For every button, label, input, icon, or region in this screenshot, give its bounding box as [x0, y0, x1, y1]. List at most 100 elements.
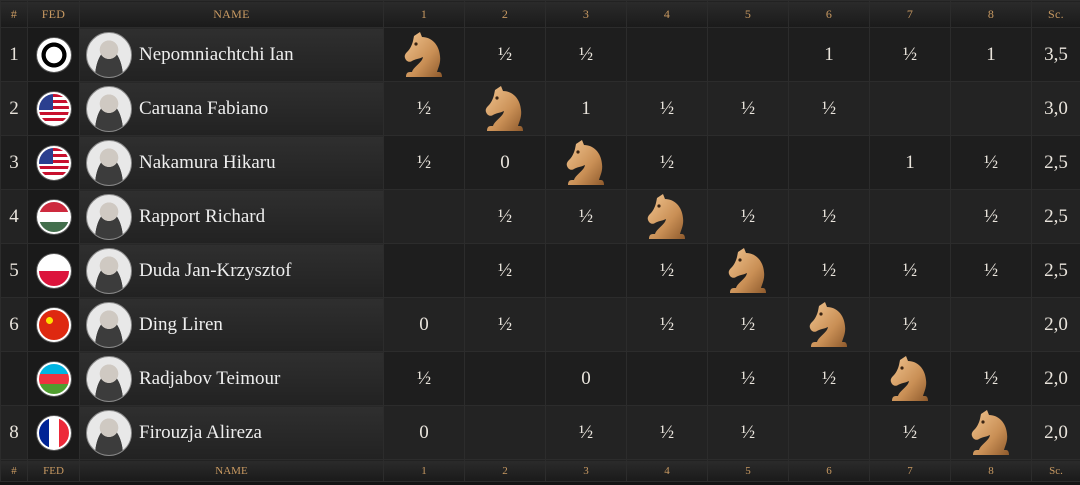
- player-name[interactable]: Nakamura Hikaru: [139, 152, 276, 174]
- result-cell: ½: [788, 189, 870, 244]
- player-name-cell[interactable]: Caruana Fabiano: [79, 81, 384, 136]
- player-name[interactable]: Radjabov Teimour: [139, 368, 280, 390]
- col-header-fed[interactable]: FED: [27, 0, 80, 28]
- col-header-rank[interactable]: #: [0, 0, 28, 28]
- rank-cell: 2: [0, 81, 28, 136]
- footer-name: NAME: [79, 459, 384, 482]
- result-cell: ½: [950, 243, 1032, 298]
- result-cell: [950, 297, 1032, 352]
- result-cell: ½: [869, 243, 951, 298]
- result-cell: [707, 135, 789, 190]
- player-avatar: [86, 409, 132, 456]
- score-cell: 2,0: [1031, 297, 1080, 352]
- fed-cell: [27, 189, 80, 244]
- player-name-cell[interactable]: Rapport Richard: [79, 189, 384, 244]
- fed-cell: [27, 297, 80, 352]
- hun-flag-icon: [36, 199, 71, 234]
- player-name[interactable]: Duda Jan-Krzysztof: [139, 260, 291, 282]
- player-row[interactable]: 4 Rapport Richard ½ ½ ½ ½ ½ 2,5: [0, 189, 1080, 244]
- player-name[interactable]: Ding Liren: [139, 314, 223, 336]
- player-row[interactable]: 2 Caruana Fabiano ½ 1 ½ ½ ½ 3,0: [0, 81, 1080, 136]
- col-header-4[interactable]: 4: [626, 0, 708, 28]
- player-avatar: [86, 139, 132, 186]
- result-cell: [464, 405, 546, 460]
- knight-icon: [869, 351, 951, 406]
- result-cell: ½: [950, 189, 1032, 244]
- score-cell: 3,5: [1031, 27, 1080, 82]
- result-cell: 0: [383, 297, 465, 352]
- col-header-name[interactable]: NAME: [79, 0, 384, 28]
- pol-flag-icon: [36, 253, 71, 288]
- player-name[interactable]: Nepomniachtchi Ian: [139, 44, 294, 66]
- col-header-score[interactable]: Sc.: [1031, 0, 1080, 28]
- result-cell: [545, 243, 627, 298]
- player-name[interactable]: Rapport Richard: [139, 206, 265, 228]
- fra-flag-icon: [36, 415, 71, 450]
- result-cell: [788, 405, 870, 460]
- col-header-2[interactable]: 2: [464, 0, 546, 28]
- result-cell: [869, 81, 951, 136]
- player-name[interactable]: Caruana Fabiano: [139, 98, 268, 120]
- player-row[interactable]: 3 Nakamura Hikaru ½ 0 ½ 1 ½ 2,5: [0, 135, 1080, 190]
- player-avatar: [86, 247, 132, 294]
- player-avatar: [86, 301, 132, 348]
- result-cell: [626, 27, 708, 82]
- result-cell: ½: [788, 81, 870, 136]
- result-cell: [383, 189, 465, 244]
- result-cell: ½: [869, 27, 951, 82]
- player-name-cell[interactable]: Ding Liren: [79, 297, 384, 352]
- player-name-cell[interactable]: Firouzja Alireza: [79, 405, 384, 460]
- footer-col-6: 6: [788, 459, 870, 482]
- result-cell: ½: [545, 189, 627, 244]
- player-row[interactable]: 5 Duda Jan-Krzysztof ½ ½ ½ ½ ½ 2,5: [0, 243, 1080, 298]
- score-cell: 2,0: [1031, 351, 1080, 406]
- result-cell: ½: [464, 243, 546, 298]
- result-cell: [545, 297, 627, 352]
- usa-flag-icon: [36, 91, 71, 126]
- col-header-5[interactable]: 5: [707, 0, 789, 28]
- result-cell: ½: [707, 297, 789, 352]
- result-cell: ½: [707, 351, 789, 406]
- fed-cell: [27, 135, 80, 190]
- knight-icon: [788, 297, 870, 352]
- result-cell: ½: [383, 81, 465, 136]
- result-cell: ½: [464, 27, 546, 82]
- col-header-3[interactable]: 3: [545, 0, 627, 28]
- fed-cell: [27, 351, 80, 406]
- score-cell: 3,0: [1031, 81, 1080, 136]
- player-row[interactable]: Radjabov Teimour ½ 0 ½ ½ ½ 2,0: [0, 351, 1080, 406]
- player-name-cell[interactable]: Nepomniachtchi Ian: [79, 27, 384, 82]
- result-cell: 1: [869, 135, 951, 190]
- player-row[interactable]: 1 Nepomniachtchi Ian ½ ½ 1 ½ 1 3,5: [0, 27, 1080, 82]
- result-cell: 0: [383, 405, 465, 460]
- col-header-1[interactable]: 1: [383, 0, 465, 28]
- col-header-7[interactable]: 7: [869, 0, 951, 28]
- player-name-cell[interactable]: Nakamura Hikaru: [79, 135, 384, 190]
- player-name-cell[interactable]: Radjabov Teimour: [79, 351, 384, 406]
- footer-col-5: 5: [707, 459, 789, 482]
- crosstable: # FED NAME 1 2 3 4 5 6 7 8 Sc. 1 Nepomnia…: [0, 0, 1080, 482]
- result-cell: ½: [788, 243, 870, 298]
- footer-row: # FED NAME 1 2 3 4 5 6 7 8 Sc.: [0, 459, 1080, 482]
- col-header-8[interactable]: 8: [950, 0, 1032, 28]
- player-avatar: [86, 193, 132, 240]
- result-cell: [869, 189, 951, 244]
- fed-cell: [27, 81, 80, 136]
- result-cell: ½: [626, 405, 708, 460]
- col-header-6[interactable]: 6: [788, 0, 870, 28]
- player-row[interactable]: 6 Ding Liren 0 ½ ½ ½ ½ 2,0: [0, 297, 1080, 352]
- result-cell: ½: [383, 351, 465, 406]
- aze-flag-icon: [36, 361, 71, 396]
- player-name[interactable]: Firouzja Alireza: [139, 422, 262, 444]
- result-cell: ½: [626, 297, 708, 352]
- result-cell: 1: [545, 81, 627, 136]
- result-cell: [626, 351, 708, 406]
- footer-rank: #: [0, 459, 28, 482]
- fed-cell: [27, 27, 80, 82]
- result-cell: ½: [464, 189, 546, 244]
- player-row[interactable]: 8 Firouzja Alireza 0 ½ ½ ½ ½ 2,0: [0, 405, 1080, 460]
- player-name-cell[interactable]: Duda Jan-Krzysztof: [79, 243, 384, 298]
- knight-icon: [707, 243, 789, 298]
- result-cell: 0: [464, 135, 546, 190]
- rank-cell: 4: [0, 189, 28, 244]
